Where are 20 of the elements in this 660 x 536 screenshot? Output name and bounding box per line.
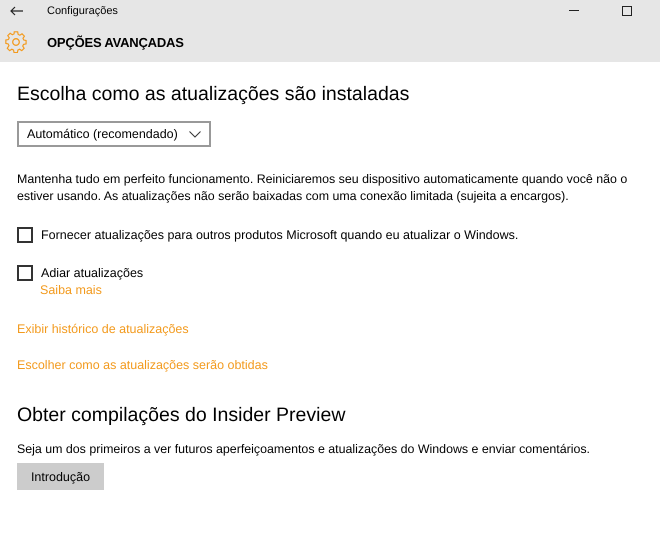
chevron-icon (189, 130, 201, 138)
install-dropdown[interactable]: Automático (recomendado) (17, 121, 211, 147)
checkbox-label: Adiar atualizações (41, 266, 144, 280)
settings-link[interactable]: Exibir histórico de atualizações (17, 322, 189, 336)
maximize-icon[interactable] (622, 6, 632, 16)
checkbox[interactable] (17, 265, 33, 281)
insider-description: Seja um dos primeiros a ver futuros aperfeiçoamentos e atualizações do Windows e enviar comentários. (17, 442, 592, 456)
checkbox-label: Fornecer atualizações para outros produtos Microsoft quando eu atualizar o Windows. (41, 228, 518, 242)
settings-icon (5, 31, 27, 53)
section-heading: Escolha como as atualizações são instaladas (17, 83, 410, 107)
window-title: Configurações (47, 5, 118, 17)
learn-more-link[interactable]: Saiba mais (40, 283, 102, 297)
back-icon[interactable] (10, 6, 24, 16)
settings-link[interactable]: Escolher como as atualizações serão obtidas (17, 358, 268, 372)
page-title: OPÇÕES AVANÇADAS (47, 34, 184, 50)
minimize-icon[interactable] (569, 10, 579, 12)
get-started-button[interactable]: Introdução (17, 463, 104, 490)
section-heading: Obter compilações do Insider Preview (17, 404, 346, 428)
checkbox[interactable] (17, 227, 33, 243)
description-text: Mantenha tudo em perfeito funcionamento. Reiniciaremos seu dispositivo automaticamente quando você não o estiver usando. As atualizações não serão baixadas com uma conexão limitada (sujeita a encargos). (17, 171, 628, 205)
